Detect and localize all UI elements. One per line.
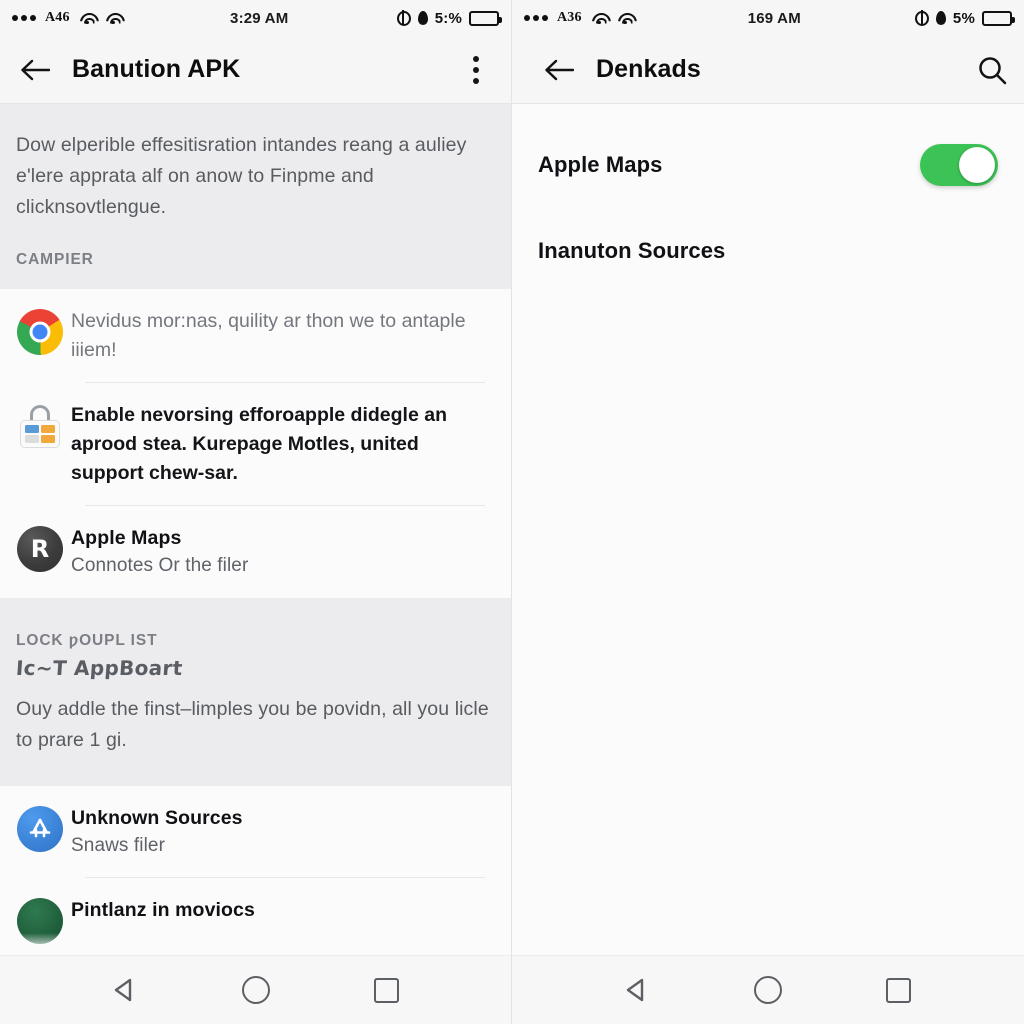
list-item[interactable]: Enable nevorsing efforoapple didegle an … bbox=[0, 383, 511, 506]
list-item[interactable]: Nevidus mor:nas, quility ar thon we to a… bbox=[0, 289, 511, 383]
list-item-body: Enable nevorsing efforoapple didegle an … bbox=[71, 404, 447, 484]
left-nav-bar bbox=[0, 955, 511, 1024]
list-item[interactable]: R Apple Maps Connotes Or the filer bbox=[0, 506, 511, 598]
status-clock: 3:29 AM bbox=[230, 9, 289, 27]
list-item-icon-wrap bbox=[9, 307, 71, 355]
status-clock: 169 AM bbox=[747, 9, 801, 27]
nav-recents-square-icon[interactable] bbox=[364, 967, 410, 1013]
wifi-icon bbox=[105, 12, 122, 25]
chrome-icon bbox=[17, 309, 63, 355]
list-item-title: Unknown Sources bbox=[71, 807, 243, 829]
status-left-group: A36 bbox=[524, 10, 634, 26]
list-item-icon-wrap bbox=[9, 804, 71, 852]
battery-percent-label: 5% bbox=[952, 9, 975, 27]
right-nav-bar bbox=[512, 955, 1024, 1024]
list-item-icon-wrap bbox=[9, 896, 71, 944]
left-list-block-1: Nevidus mor:nas, quility ar thon we to a… bbox=[0, 289, 511, 598]
list-item-body: Nevidus mor:nas, quility ar thon we to a… bbox=[71, 310, 466, 361]
carrier-label: A46 bbox=[45, 10, 70, 25]
section-caption: CAMPIER bbox=[16, 251, 94, 268]
battery-icon bbox=[469, 10, 502, 26]
signal-dots-icon bbox=[12, 15, 36, 21]
note-paragraph: Dow elperible effesitisration intandes r… bbox=[16, 134, 467, 218]
status-right-group: 5% bbox=[914, 9, 1015, 27]
list-item-title: Pintlanz in moviocs bbox=[71, 899, 255, 921]
nav-back-triangle-icon[interactable] bbox=[614, 967, 660, 1013]
list-item-subtitle: Connotes Or the filer bbox=[71, 555, 249, 576]
right-phone-screen: A36 169 AM 5% Denkads Apple Maps Inanuto… bbox=[512, 0, 1024, 1024]
left-list-block-2: Unknown Sources Snaws filer Pintlanz in … bbox=[0, 786, 511, 962]
nav-back-triangle-icon[interactable] bbox=[102, 967, 148, 1013]
setting-row-unknown-sources[interactable]: Inanuton Sources bbox=[512, 208, 1024, 294]
nav-home-circle-icon[interactable] bbox=[233, 967, 279, 1013]
list-item-text: Nevidus mor:nas, quility ar thon we to a… bbox=[71, 307, 489, 365]
section-caption-2: LOCK ƿOUPL IST bbox=[16, 632, 158, 649]
right-status-bar: A36 169 AM 5% bbox=[512, 0, 1024, 36]
letter-r-avatar-icon: R bbox=[17, 526, 63, 572]
list-item-icon-wrap bbox=[9, 401, 71, 449]
setting-label: Apple Maps bbox=[538, 152, 663, 177]
nav-home-circle-icon[interactable] bbox=[745, 967, 791, 1013]
dual-screenshot-root: A46 3:29 AM 5:% Banution APK Dow elperib… bbox=[0, 0, 1024, 1024]
battery-icon bbox=[982, 10, 1015, 26]
right-app-bar: Denkads bbox=[512, 36, 1024, 104]
list-item-text: Enable nevorsing efforoapple didegle an … bbox=[71, 401, 489, 488]
status-right-group: 5:% bbox=[396, 9, 502, 27]
carrier-label: A36 bbox=[557, 10, 582, 25]
list-item-icon-wrap: R bbox=[9, 524, 71, 572]
setting-label: Inanuton Sources bbox=[538, 238, 726, 263]
left-phone-screen: A46 3:29 AM 5:% Banution APK Dow elperib… bbox=[0, 0, 512, 1024]
list-item-text: Pintlanz in moviocs bbox=[71, 896, 489, 924]
list-item-subtitle: Snaws filer bbox=[71, 835, 166, 856]
search-icon[interactable] bbox=[974, 52, 1010, 88]
play-store-lock-icon bbox=[17, 403, 63, 449]
wifi-icon bbox=[617, 12, 634, 25]
list-item[interactable]: Pintlanz in moviocs bbox=[0, 878, 511, 962]
overflow-menu-icon[interactable] bbox=[459, 53, 493, 87]
nav-recents-square-icon[interactable] bbox=[876, 967, 922, 1013]
app-store-icon bbox=[17, 806, 63, 852]
status-left-group: A46 bbox=[12, 10, 122, 26]
list-item-text: Apple Maps Connotes Or the filer bbox=[71, 524, 489, 580]
top-spacer bbox=[512, 104, 1024, 108]
globe-icon bbox=[396, 10, 411, 26]
globe-icon bbox=[914, 10, 929, 26]
page-title: Banution APK bbox=[72, 55, 241, 83]
list-item-text: Unknown Sources Snaws filer bbox=[71, 804, 489, 860]
back-arrow-icon[interactable] bbox=[18, 53, 52, 87]
left-note-block: Dow elperible effesitisration intandes r… bbox=[0, 104, 511, 289]
left-app-bar: Banution APK bbox=[0, 36, 511, 104]
wifi-icon bbox=[591, 12, 608, 25]
water-drop-icon bbox=[935, 11, 946, 25]
page-title: Denkads bbox=[596, 55, 701, 83]
list-item[interactable]: Unknown Sources Snaws filer bbox=[0, 786, 511, 878]
water-drop-icon bbox=[417, 11, 428, 25]
apple-maps-toggle[interactable] bbox=[920, 144, 998, 186]
wifi-icon bbox=[79, 12, 96, 25]
back-arrow-icon[interactable] bbox=[542, 53, 576, 87]
battery-percent-label: 5:% bbox=[434, 9, 462, 27]
green-circle-icon bbox=[17, 898, 63, 944]
handwritten-label: Ic~T AppBoart bbox=[15, 656, 184, 680]
left-status-bar: A46 3:29 AM 5:% bbox=[0, 0, 511, 36]
left-note-block-2: LOCK ƿOUPL IST Ic~T AppBoart Ouy addle t… bbox=[0, 598, 511, 786]
signal-dots-icon bbox=[524, 15, 548, 21]
setting-row-apple-maps[interactable]: Apple Maps bbox=[512, 122, 1024, 208]
list-item-title: Apple Maps bbox=[71, 527, 182, 549]
note-paragraph-2: Ouy addle the finst–limples you be povid… bbox=[16, 698, 489, 751]
